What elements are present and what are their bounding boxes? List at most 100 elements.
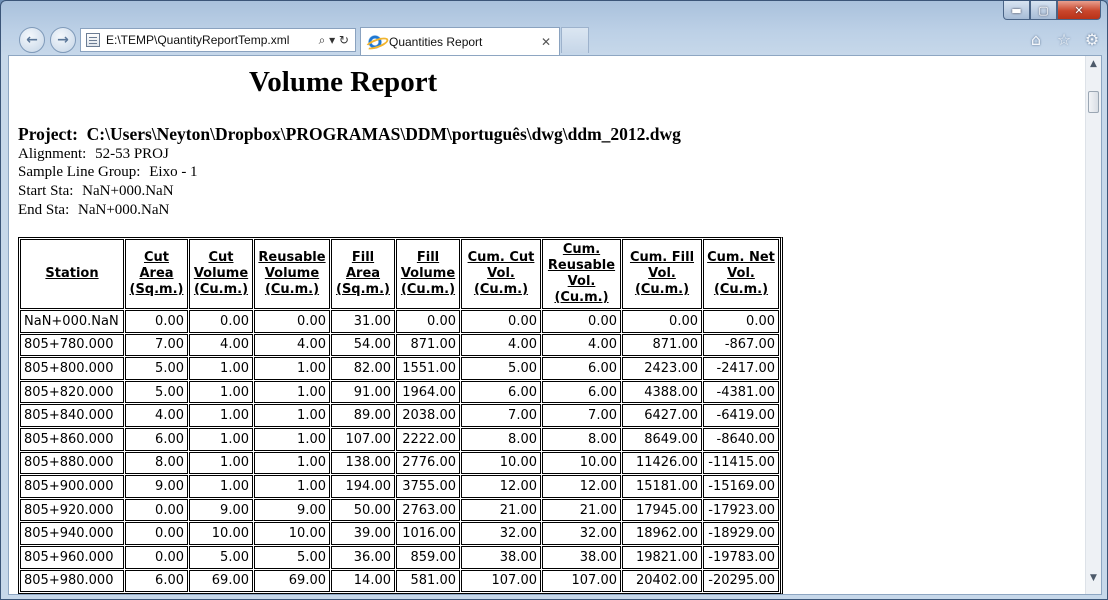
browser-right-icons: ⌂ ☆ ⚙ [1027, 30, 1101, 49]
value-cell: 18962.00 [622, 522, 702, 545]
value-cell: 31.00 [331, 310, 395, 333]
minimize-button[interactable]: ▬ [1003, 1, 1030, 20]
value-cell: 6427.00 [622, 404, 702, 427]
maximize-button[interactable]: ▢ [1030, 1, 1057, 20]
table-row: 805+900.000 9.00 1.00 1.00 194.00 3755.00 12.0… [20, 475, 779, 498]
column-header: Cut Area (Sq.m.) [125, 239, 188, 309]
station-cell: 805+940.000 [20, 522, 124, 545]
value-cell: 69.00 [254, 569, 330, 593]
value-cell: -18929.00 [703, 522, 779, 545]
scroll-up-icon[interactable]: ▲ [1086, 56, 1101, 72]
value-cell: 69.00 [189, 569, 253, 593]
page-content: Volume Report Project: C:\Users\Neyton\D… [9, 56, 1087, 594]
value-cell: 0.00 [703, 310, 779, 333]
value-cell: 0.00 [461, 310, 541, 333]
value-cell: 1.00 [254, 451, 330, 475]
value-cell: 871.00 [396, 333, 460, 357]
value-cell: 38.00 [542, 545, 621, 569]
value-cell: 1.00 [254, 380, 330, 404]
page-icon [86, 33, 100, 47]
back-button[interactable]: ← [19, 27, 45, 53]
value-cell: 7.00 [125, 333, 188, 357]
column-header-line: Cum. [562, 242, 601, 257]
address-text[interactable]: E:\TEMP\QuantityReportTemp.xml [106, 33, 319, 47]
tools-gear-icon[interactable]: ⚙ [1083, 30, 1101, 49]
value-cell: -2417.00 [703, 357, 779, 380]
value-cell: 9.00 [254, 498, 330, 522]
value-cell: 14.00 [331, 569, 395, 593]
address-tools[interactable]: ⌕ ▾ ↻ [319, 33, 349, 48]
value-cell: 0.00 [622, 310, 702, 333]
maximize-icon: ▢ [1038, 3, 1049, 17]
column-header-line: (Cu.m.) [713, 282, 769, 297]
value-cell: 8.00 [125, 451, 188, 475]
value-cell: 2776.00 [396, 451, 460, 475]
scroll-down-icon[interactable]: ▼ [1086, 570, 1101, 586]
scrollbar-thumb[interactable] [1088, 91, 1099, 113]
value-cell: 1.00 [189, 427, 253, 451]
value-cell: 2038.00 [396, 404, 460, 427]
column-header-line: Volume [400, 266, 456, 281]
column-header-line: (Cu.m.) [264, 282, 320, 297]
tab-quantities-report[interactable]: Quantities Report ✕ [360, 27, 560, 55]
table-row: 805+780.000 7.00 4.00 4.00 54.00 871.00 4.00 4.… [20, 333, 779, 357]
column-header-line: (Sq.m.) [129, 282, 184, 297]
tab-title: Quantities Report [389, 34, 483, 49]
column-header: Cum. Cut Vol. (Cu.m.) [461, 239, 541, 309]
back-arrow-icon: ← [26, 32, 38, 48]
close-window-button[interactable]: ✕ [1057, 1, 1101, 20]
start-station-line: Start Sta: NaN+000.NaN [18, 182, 174, 201]
value-cell: 107.00 [331, 427, 395, 451]
station-cell: 805+860.000 [20, 427, 124, 451]
value-cell: 1.00 [189, 357, 253, 380]
station-cell: 805+840.000 [20, 404, 124, 427]
value-cell: -4381.00 [703, 380, 779, 404]
value-cell: -11415.00 [703, 451, 779, 475]
column-header-line: Volume [193, 266, 249, 281]
column-header: Cut Volume (Cu.m.) [189, 239, 253, 309]
end-station-label: End Sta: [18, 202, 70, 218]
favorites-star-icon[interactable]: ☆ [1055, 30, 1073, 49]
value-cell: 1016.00 [396, 522, 460, 545]
tab-close-icon[interactable]: ✕ [541, 35, 551, 49]
table-row: 805+800.000 5.00 1.00 1.00 82.00 1551.00 5.00 6… [20, 357, 779, 380]
value-cell: 5.00 [254, 545, 330, 569]
value-cell: 6.00 [542, 380, 621, 404]
column-header-line: (Cu.m.) [473, 282, 529, 297]
alignment-value: 52-53 PROJ [95, 146, 169, 162]
value-cell: 6.00 [125, 569, 188, 593]
value-cell: 36.00 [331, 545, 395, 569]
home-icon[interactable]: ⌂ [1027, 30, 1045, 49]
value-cell: 0.00 [125, 310, 188, 333]
station-cell: NaN+000.NaN [20, 310, 124, 333]
forward-button[interactable]: → [50, 27, 76, 53]
value-cell: 21.00 [542, 498, 621, 522]
value-cell: 5.00 [125, 357, 188, 380]
value-cell: 0.00 [254, 310, 330, 333]
value-cell: 1.00 [189, 380, 253, 404]
vertical-scrollbar[interactable]: ▲ ▼ [1085, 56, 1101, 594]
table-row: 805+920.000 0.00 9.00 9.00 50.00 2763.00 21.00… [20, 498, 779, 522]
table-body: NaN+000.NaN 0.00 0.00 0.00 31.00 0.00 0.00 0.00… [20, 310, 779, 593]
value-cell: 871.00 [622, 333, 702, 357]
value-cell: -17923.00 [703, 498, 779, 522]
value-cell: 32.00 [542, 522, 621, 545]
end-station-line: End Sta: NaN+000.NaN [18, 201, 169, 220]
value-cell: 39.00 [331, 522, 395, 545]
column-header-line: Fill [416, 250, 440, 265]
alignment-label: Alignment: [18, 146, 87, 162]
station-cell: 805+900.000 [20, 475, 124, 498]
column-header: Station [20, 239, 124, 309]
value-cell: 7.00 [461, 404, 541, 427]
value-cell: -6419.00 [703, 404, 779, 427]
address-bar[interactable]: E:\TEMP\QuantityReportTemp.xml ⌕ ▾ ↻ [80, 28, 356, 52]
table-row: 805+960.000 0.00 5.00 5.00 36.00 859.00 38.00 3… [20, 545, 779, 569]
alignment-line: Alignment: 52-53 PROJ [18, 145, 169, 164]
station-cell: 805+980.000 [20, 569, 124, 593]
new-tab-button[interactable] [561, 27, 589, 53]
value-cell: 1.00 [189, 475, 253, 498]
table-header-row: Station Cut Area (Sq.m.) Cut Volume (Cu.m.) Reu… [20, 239, 779, 309]
column-header: Cum. Fill Vol. (Cu.m.) [622, 239, 702, 309]
value-cell: 138.00 [331, 451, 395, 475]
value-cell: 1.00 [254, 427, 330, 451]
